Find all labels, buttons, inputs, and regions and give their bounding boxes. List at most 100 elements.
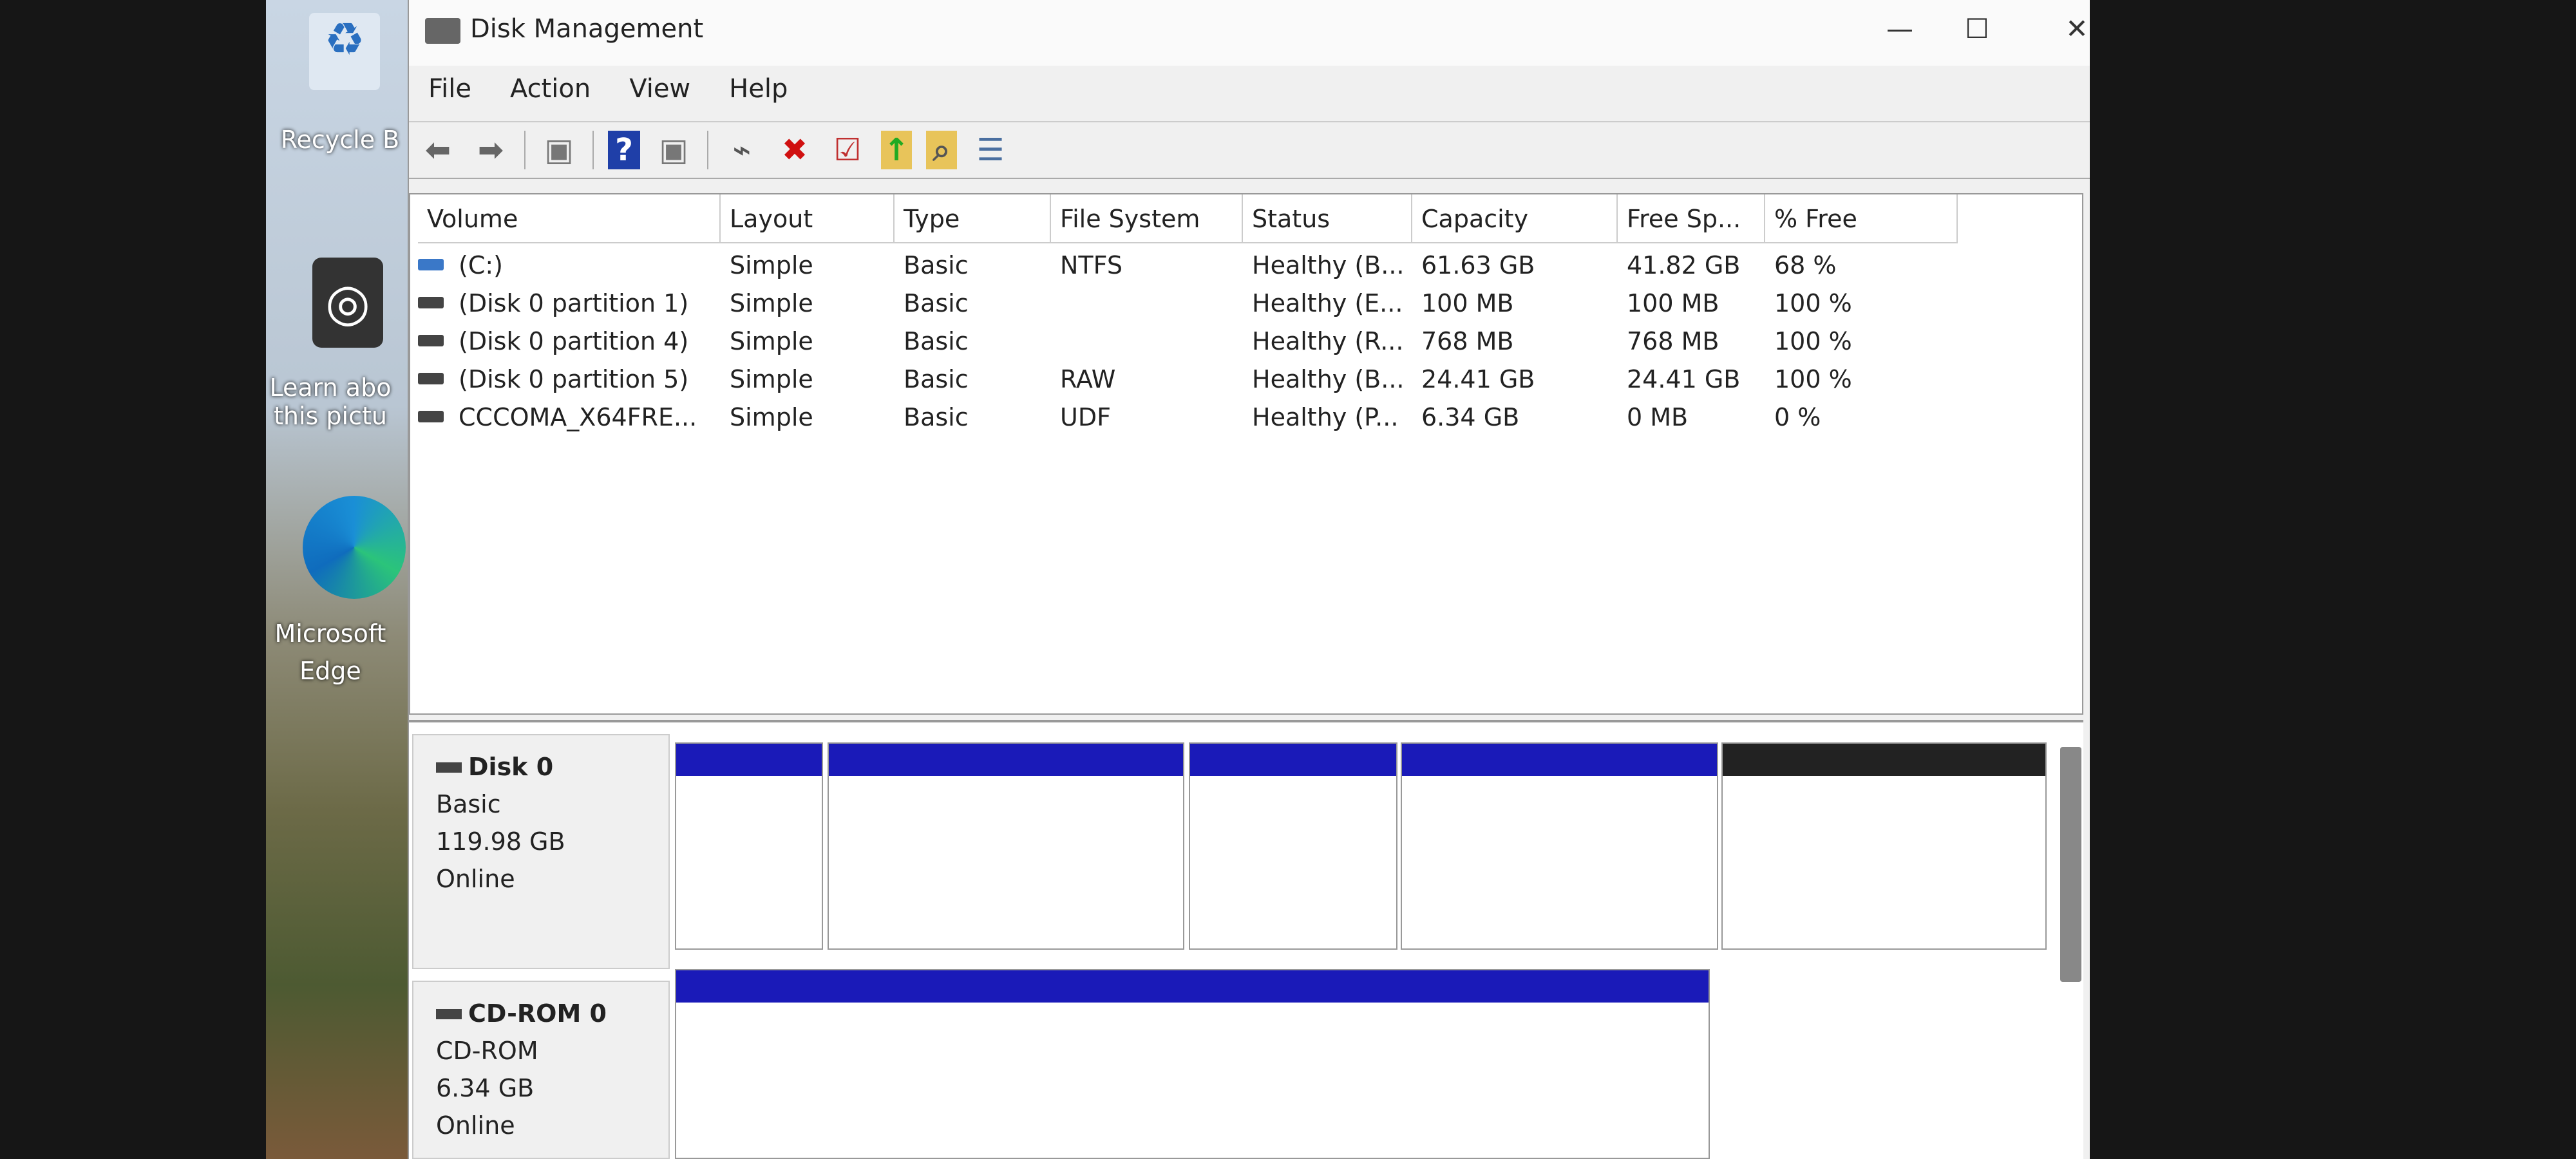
back-arrow-icon[interactable]: ⬅ [419, 131, 457, 169]
cell-2: Basic [904, 327, 969, 355]
partition-block[interactable] [1189, 742, 1397, 950]
cell-6: 24.41 GB [1627, 365, 1741, 393]
disk-label-panel[interactable]: CD-ROM 0 CD-ROM 6.34 GB Online [412, 981, 670, 1159]
menu-view[interactable]: View [629, 74, 690, 113]
volume-icon [418, 373, 444, 384]
disk-type: CD-ROM [436, 1037, 538, 1065]
cell-2: Basic [904, 251, 969, 279]
table-row[interactable]: CCCOMA_X64FRE... Simple Basic UDF Healthy (P… [410, 403, 1956, 439]
menu-bar: File Action View Help [428, 74, 788, 113]
table-row[interactable]: (Disk 0 partition 1) Simple Basic Healthy (… [410, 289, 1956, 325]
partition-block[interactable] [675, 742, 823, 950]
minimize-button[interactable]: — [1871, 13, 1929, 52]
table-row[interactable]: (Disk 0 partition 4) Simple Basic Healthy (… [410, 327, 1956, 363]
column-header-type[interactable]: Type [895, 194, 1051, 243]
cell-2: Basic [904, 403, 969, 431]
volume-icon [418, 259, 444, 270]
cell-6: 0 MB [1627, 403, 1689, 431]
cell-3: NTFS [1060, 251, 1122, 279]
table-row[interactable]: (Disk 0 partition 5) Simple Basic RAW Health… [410, 365, 1956, 401]
cell-4: Healthy (E... [1252, 289, 1403, 317]
connect-disk-icon[interactable]: ⌁ [723, 131, 761, 169]
edge-icon[interactable] [303, 496, 406, 599]
partition-block[interactable] [1401, 742, 1718, 950]
cell-6: 768 MB [1627, 327, 1719, 355]
desktop-label-recycle-bin[interactable]: Recycle B [266, 126, 414, 154]
disk-name: CD-ROM 0 [468, 999, 607, 1028]
desktop-label-edge[interactable]: Microsoft Edge [266, 615, 395, 690]
cell-0: CCCOMA_X64FRE... [459, 403, 697, 431]
column-header-%-free[interactable]: % Free [1765, 194, 1958, 243]
cell-0: (Disk 0 partition 1) [459, 289, 689, 317]
cell-7: 68 % [1774, 251, 1837, 279]
volume-icon [418, 335, 444, 346]
disk-name: Disk 0 [468, 753, 554, 781]
cell-0: (Disk 0 partition 5) [459, 365, 689, 393]
console-tree-icon[interactable]: ▣ [540, 131, 578, 169]
action-pane-icon[interactable]: ▣ [654, 131, 693, 169]
cell-1: Simple [730, 403, 813, 431]
disk-status: Online [436, 1111, 515, 1140]
checklist-icon[interactable]: ☰ [971, 131, 1010, 169]
forward-arrow-icon[interactable]: ➡ [471, 131, 510, 169]
column-header-free-sp-[interactable]: Free Sp... [1618, 194, 1765, 243]
table-row[interactable]: (C:) Simple Basic NTFS Healthy (B... 61.63 GB… [410, 251, 1956, 287]
toolbar-separator [707, 131, 708, 169]
toolbar-separator [592, 131, 594, 169]
cell-7: 100 % [1774, 289, 1852, 317]
open-folder-icon[interactable]: ↑ [881, 131, 912, 169]
cell-4: Healthy (B... [1252, 251, 1405, 279]
toolbar-separator [524, 131, 526, 169]
app-icon [425, 18, 460, 44]
explore-icon[interactable]: ⌕ [926, 131, 957, 169]
cell-5: 100 MB [1421, 289, 1514, 317]
cell-7: 0 % [1774, 403, 1821, 431]
cell-5: 768 MB [1421, 327, 1514, 355]
cell-7: 100 % [1774, 327, 1852, 355]
cell-4: Healthy (P... [1252, 403, 1399, 431]
close-button[interactable]: ✕ [2048, 13, 2106, 52]
cd-drive-icon [418, 411, 444, 422]
desktop-label-learn[interactable]: Learn abo this pictu [266, 373, 395, 430]
cell-1: Simple [730, 289, 813, 317]
vertical-scrollbar[interactable] [2060, 747, 2081, 982]
menu-file[interactable]: File [428, 74, 471, 113]
partition-bar [829, 744, 1183, 776]
cell-2: Basic [904, 365, 969, 393]
menu-help[interactable]: Help [729, 74, 788, 113]
partition-block[interactable] [828, 742, 1184, 950]
partition-bar [676, 970, 1709, 1003]
delete-icon[interactable]: ✖ [775, 131, 814, 169]
menu-action[interactable]: Action [510, 74, 591, 113]
disk-status: Online [436, 865, 515, 893]
column-header-capacity[interactable]: Capacity [1412, 194, 1618, 243]
disk-size: 6.34 GB [436, 1074, 535, 1102]
cell-1: Simple [730, 251, 813, 279]
cell-3: UDF [1060, 403, 1111, 431]
help-icon[interactable]: ? [608, 131, 640, 169]
cell-7: 100 % [1774, 365, 1852, 393]
title-bar: Disk Management — ☐ ✕ [409, 0, 2090, 66]
partition-bar [676, 744, 822, 776]
partition-bar [1723, 744, 2045, 776]
cell-3: RAW [1060, 365, 1116, 393]
column-header-file-system[interactable]: File System [1051, 194, 1243, 243]
disk-icon [436, 762, 462, 773]
partition-block[interactable] [1721, 742, 2047, 950]
partition-block[interactable] [675, 969, 1710, 1159]
disk-management-window: Disk Management — ☐ ✕ File Action View H… [408, 0, 2090, 1159]
maximize-button[interactable]: ☐ [1948, 13, 2006, 52]
properties-icon[interactable]: ☑ [828, 131, 867, 169]
disk-label-panel[interactable]: Disk 0 Basic 119.98 GB Online [412, 734, 670, 969]
cell-5: 6.34 GB [1421, 403, 1520, 431]
learn-picture-icon[interactable]: ◎ [312, 258, 383, 348]
cell-1: Simple [730, 327, 813, 355]
recycle-bin-icon[interactable]: ♻ [309, 13, 380, 90]
column-header-layout[interactable]: Layout [721, 194, 895, 243]
column-header-status[interactable]: Status [1243, 194, 1412, 243]
disk-size: 119.98 GB [436, 827, 565, 856]
partition-bar [1402, 744, 1717, 776]
column-header-volume[interactable]: Volume [418, 194, 721, 243]
toolbar: ⬅ ➡ ▣ ? ▣ ⌁ ✖ ☑ ↑ ⌕ ☰ [409, 121, 2090, 179]
cell-5: 24.41 GB [1421, 365, 1535, 393]
